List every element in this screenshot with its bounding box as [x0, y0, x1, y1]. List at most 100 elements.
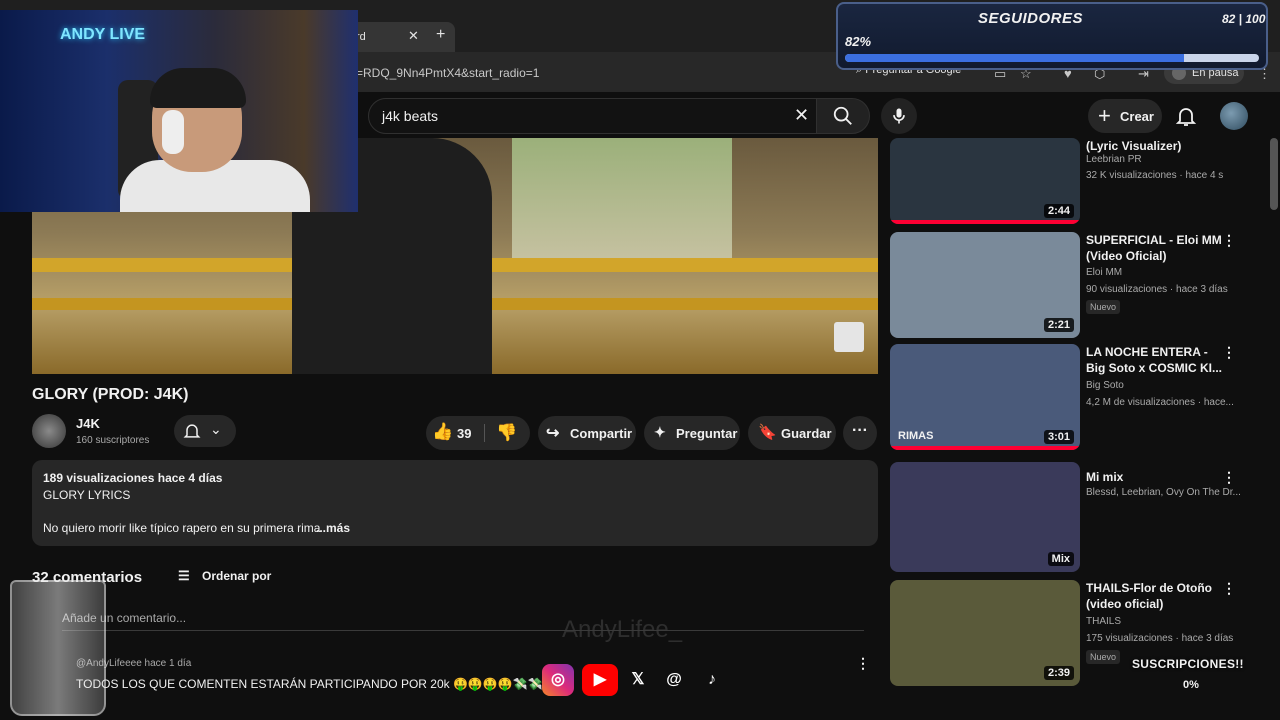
like-dislike-group: 👍 39 👎: [426, 416, 530, 450]
url-field[interactable]: =RDQ_9Nn4PmtX4&start_radio=1: [356, 66, 539, 80]
more-actions-button[interactable]: ···: [843, 416, 877, 450]
watch-progress-bar: [890, 446, 1080, 450]
subscriptions-goal-title: SUSCRIPCIONES!!: [1132, 657, 1244, 671]
video-duration: 2:21: [1043, 318, 1074, 332]
more-vert-icon[interactable]: ⋮: [1222, 344, 1236, 361]
video-duration: 2:44: [1043, 204, 1074, 218]
like-button[interactable]: 👍 39: [426, 416, 484, 450]
ask-label: Preguntar: [676, 426, 738, 441]
video-thumbnail[interactable]: 2:39: [890, 580, 1080, 686]
create-label: Crear: [1120, 109, 1154, 124]
related-video-title[interactable]: SUPERFICIAL - Eloi MM (Video Oficial): [1086, 232, 1226, 264]
save-label: Guardar: [781, 426, 832, 441]
video-thumbnail[interactable]: 2:21: [890, 232, 1080, 338]
followers-goal-title: SEGUIDORES: [978, 10, 1084, 27]
streamer-hair: [150, 68, 246, 108]
video-thumbnail[interactable]: Mix: [890, 462, 1080, 572]
related-video-title[interactable]: THAILS-Flor de Otoño (video oficial): [1086, 580, 1226, 612]
comment-time: hace 1 día: [144, 658, 192, 669]
glass-cup-foreground: [10, 580, 106, 716]
subscriber-count: 160 suscriptores: [76, 435, 150, 446]
related-video-title[interactable]: (Lyric Visualizer): [1086, 138, 1226, 154]
related-video-channel[interactable]: Eloi MM: [1086, 267, 1122, 278]
user-avatar[interactable]: [1220, 102, 1248, 130]
channel-avatar[interactable]: [32, 414, 66, 448]
related-video-card[interactable]: RIMAS 3:01 LA NOCHE ENTERA - Big Soto x C…: [890, 344, 1270, 454]
video-thumbnail[interactable]: RIMAS 3:01: [890, 344, 1080, 450]
related-video-channel[interactable]: Leebrian PR: [1086, 154, 1142, 165]
divider: [484, 424, 485, 442]
comment-menu-icon[interactable]: ⋮: [856, 655, 870, 672]
related-video-channel[interactable]: Big Soto: [1086, 380, 1124, 391]
sparkle-icon: ✦: [654, 424, 666, 440]
ask-button[interactable]: ✦ Preguntar: [644, 416, 740, 450]
new-badge: Nuevo: [1086, 650, 1121, 664]
followers-goal-count: 82 | 100: [1222, 12, 1266, 26]
subscriptions-goal-percent: 0%: [1183, 679, 1199, 691]
thumbnail-overlay-label: RIMAS: [898, 430, 934, 442]
like-count: 39: [457, 426, 472, 441]
search-button[interactable]: [816, 98, 870, 134]
related-video-title[interactable]: Mi mix: [1086, 469, 1226, 485]
new-tab-icon[interactable]: +: [436, 26, 445, 44]
share-button[interactable]: ↪ Compartir: [538, 416, 636, 450]
subscription-bell-button[interactable]: ⌄: [174, 415, 236, 447]
save-button[interactable]: 🔖 Guardar: [748, 416, 836, 450]
instagram-icon: ◎: [542, 664, 574, 696]
description-line: GLORY LYRICS: [43, 488, 131, 502]
related-video-views: 175 visualizaciones · hace 3 días: [1086, 633, 1234, 644]
related-video-card[interactable]: 2:39 THAILS-Flor de Otoño (video oficial…: [890, 580, 1270, 690]
sort-button[interactable]: Ordenar por: [202, 569, 271, 583]
clear-search-icon[interactable]: ✕: [794, 105, 809, 126]
headphones-icon: [162, 110, 184, 154]
more-horizontal-icon: ···: [852, 422, 868, 439]
plus-icon: +: [1098, 103, 1111, 128]
dislike-button[interactable]: 👎: [486, 416, 530, 450]
video-duration: 3:01: [1043, 430, 1074, 444]
bell-icon: [1175, 108, 1197, 126]
related-video-title[interactable]: LA NOCHE ENTERA - Big Soto x COSMIC KI..…: [1086, 344, 1226, 376]
video-meta: 189 visualizaciones hace 4 días: [43, 471, 223, 485]
related-video-channel[interactable]: THAILS: [1086, 616, 1121, 627]
share-label: Compartir: [570, 426, 633, 441]
related-video-views: 32 K visualizaciones · hace 4 s: [1086, 170, 1224, 181]
new-badge: Nuevo: [1086, 300, 1121, 314]
share-icon: ↪: [546, 425, 560, 442]
related-video-views: 90 visualizaciones · hace 3 días: [1086, 284, 1228, 295]
close-tab-icon[interactable]: ✕: [408, 28, 419, 44]
watch-progress-bar: [890, 220, 1080, 224]
thumbs-down-icon: 👎: [496, 423, 518, 442]
create-button[interactable]: + Crear: [1088, 99, 1162, 133]
voice-search-button[interactable]: [881, 98, 917, 134]
thumbs-up-icon: 👍: [432, 422, 454, 441]
search-input[interactable]: j4k beats: [382, 108, 438, 124]
video-thumbnail[interactable]: 2:44: [890, 138, 1080, 224]
channel-name[interactable]: J4K: [76, 416, 100, 431]
notifications-button[interactable]: [1174, 104, 1198, 133]
followers-goal-percent: 82%: [845, 34, 872, 49]
more-vert-icon[interactable]: ⋮: [1222, 469, 1236, 486]
bell-ringing-icon: [183, 424, 201, 438]
neon-sign: ANDY LIVE: [60, 26, 146, 43]
bookmark-icon: 🔖: [758, 424, 777, 441]
sort-icon[interactable]: ☰: [178, 568, 190, 584]
comment-text: TODOS LOS QUE COMENTEN ESTARÁN PARTICIPA…: [76, 677, 573, 691]
description-line: No quiero morir like típico rapero en su…: [43, 521, 321, 535]
chevron-down-icon: ⌄: [210, 421, 222, 437]
more-vert-icon[interactable]: ⋮: [1222, 232, 1236, 249]
more-vert-icon[interactable]: ⋮: [1222, 580, 1236, 597]
streamer-handle: AndyLifee_: [562, 616, 683, 643]
channel-watermark-icon[interactable]: [834, 322, 864, 352]
related-video-card[interactable]: 2:21 SUPERFICIAL - Eloi MM (Video Oficia…: [890, 232, 1270, 342]
related-video-card[interactable]: Mix Mi mix ⋮ Blessd, Leebrian, Ovy On Th…: [890, 462, 1270, 572]
video-background-scene: [512, 138, 732, 258]
related-video-channel[interactable]: Blessd, Leebrian, Ovy On The Dr...: [1086, 487, 1241, 498]
threads-icon: @: [666, 671, 682, 688]
x-icon: 𝕏: [631, 671, 645, 688]
show-more-link[interactable]: ...más: [316, 521, 350, 535]
search-icon: [833, 106, 852, 125]
video-duration: 2:39: [1043, 666, 1074, 680]
mix-badge: Mix: [1047, 552, 1074, 566]
sidebar-scrollbar[interactable]: [1270, 138, 1278, 210]
tiktok-icon: ♪: [708, 671, 716, 688]
